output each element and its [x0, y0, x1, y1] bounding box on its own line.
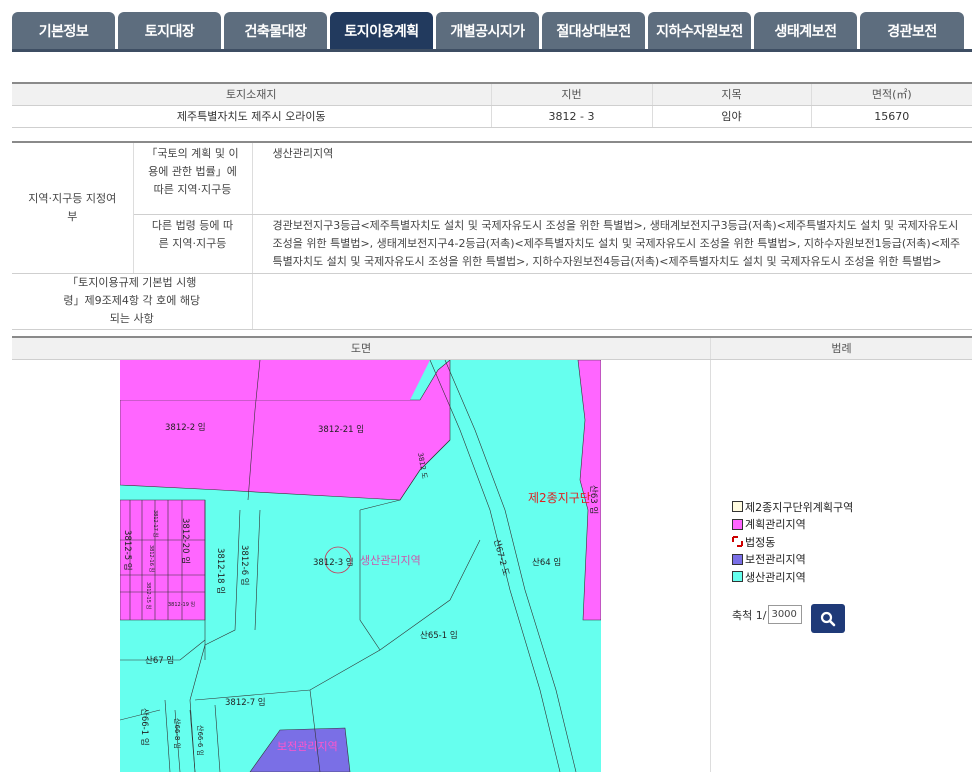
map-label-p13: 산66-8 임 — [173, 718, 182, 749]
legend-item: 생산관리지역 — [732, 568, 853, 586]
tab-ecosystem-preservation[interactable]: 생태계보전 — [754, 12, 857, 49]
value-land-category: 임야 — [652, 105, 812, 128]
search-icon — [820, 611, 836, 626]
map-section-header: 도면 범례 — [12, 336, 972, 360]
tab-groundwater-preservation[interactable]: 지하수자원보전 — [648, 12, 751, 49]
map-label-p1: 3812-2 임 — [165, 422, 206, 433]
tab-basic-info[interactable]: 기본정보 — [12, 12, 115, 49]
map-header: 도면 — [12, 338, 711, 359]
value-location: 제주특별자치도 제주시 오라이동 — [12, 105, 492, 128]
scale-control: 축척 1/ — [732, 605, 803, 624]
regulation-label: 「토지이용규제 기본법 시행령」제9조제4항 각 호에 해당되는 사항 — [12, 273, 253, 330]
zoning-main-header: 지역·지구등 지정여부 — [12, 142, 134, 274]
tab-land-register[interactable]: 토지대장 — [118, 12, 221, 49]
map-label-p5: 3812-18 임 — [215, 548, 226, 594]
header-location: 토지소재지 — [12, 82, 492, 106]
map-label-p9: 산67 임 — [145, 655, 174, 666]
tab-landscape-preservation[interactable]: 경관보전 — [860, 12, 964, 49]
legend-item: 법정동 — [732, 533, 853, 551]
legend-swatch — [732, 553, 743, 565]
map-label-small2: 3812-16 임 — [148, 545, 155, 572]
legend-label: 법정동 — [745, 535, 776, 549]
map-label-zone-red: 제2종지구단 — [528, 491, 591, 505]
map-label-p2: 3812-21 임 — [318, 424, 364, 435]
scale-input[interactable] — [768, 605, 803, 624]
tab-building-register[interactable]: 건축물대장 — [224, 12, 327, 49]
legend-header: 범례 — [831, 342, 852, 355]
legend-item: 제2종지구단위계획구역 — [732, 498, 853, 516]
legend-item: 계획관리지역 — [732, 516, 853, 534]
national-law-label: 「국토의 계획 및 이용에 관한 법률」에 따른 지역·지구등 — [133, 142, 253, 215]
legend-label: 보전관리지역 — [745, 553, 806, 567]
legend-label: 제2종지구단위계획구역 — [745, 500, 854, 514]
map-label-p10: 산65-1 임 — [420, 630, 458, 641]
map-label-p4: 3812-20 임 — [180, 518, 191, 564]
legend-swatch — [732, 518, 743, 530]
land-info-table: 토지소재지 지번 지목 면적(㎡) 제주특별자치도 제주시 오라이동 3812 … — [12, 82, 972, 128]
tab-land-use-plan[interactable]: 토지이용계획 — [330, 12, 433, 49]
map-label-p8: 3812-7 임 — [225, 697, 266, 708]
map-panel: 3812-2 임 3812-21 임 3812-3 임 생산관리지역 3812-… — [12, 360, 711, 772]
cadastral-map-svg: 3812-2 임 3812-21 임 3812-3 임 생산관리지역 3812-… — [120, 360, 601, 772]
value-area: 15670 — [811, 105, 972, 128]
map-label-p7: 3812-5 임 — [122, 530, 133, 571]
other-law-label: 다른 법령 등에 따른 지역·지구등 — [133, 214, 253, 274]
map-label-p6: 3812-6 임 — [239, 545, 250, 586]
header-lot-number: 지번 — [491, 82, 653, 106]
other-law-value: 경관보전지구3등급<제주특별자치도 설치 및 국제자유도시 조성을 위한 특별법… — [252, 214, 972, 274]
legend-label: 생산관리지역 — [745, 570, 806, 584]
map-label-zone-blue: 보전관리지역 — [277, 740, 338, 753]
legend-swatch — [732, 571, 743, 583]
map-label-small3: 3812-15 임 — [145, 582, 152, 609]
boundary-corner-icon — [732, 536, 743, 548]
map-label-p11: 산64 임 — [532, 557, 561, 568]
legend-item: 보전관리지역 — [732, 551, 853, 569]
header-area: 면적(㎡) — [811, 82, 972, 106]
cadastral-map[interactable]: 3812-2 임 3812-21 임 3812-3 임 생산관리지역 3812-… — [120, 360, 601, 772]
map-label-small4: 3812-19 임 — [168, 601, 195, 608]
scale-label: 축척 1/ — [732, 608, 767, 622]
national-law-value: 생산관리지역 — [252, 142, 972, 215]
map-label-p14: 산66-6 임 — [196, 725, 205, 756]
tab-bar: 기본정보 토지대장 건축물대장 토지이용계획 개별공시지가 절대상대보전 지하수… — [12, 12, 972, 52]
map-label-p12: 산66-1 임 — [139, 708, 150, 746]
tab-absolute-relative-preservation[interactable]: 절대상대보전 — [542, 12, 645, 49]
legend-label: 계획관리지역 — [745, 518, 806, 532]
tab-land-price[interactable]: 개별공시지가 — [436, 12, 539, 49]
header-land-category: 지목 — [652, 82, 812, 106]
scale-search-button[interactable] — [811, 604, 845, 633]
map-label-p3: 3812-3 임 — [313, 557, 354, 568]
map-legend: 제2종지구단위계획구역 계획관리지역 법정동 보전관리지역 생산관리지역 — [732, 498, 853, 586]
map-label-small1: 3812-17 임 — [152, 510, 159, 537]
zoning-table: 지역·지구등 지정여부 「국토의 계획 및 이용에 관한 법률」에 따른 지역·… — [12, 141, 972, 330]
legend-swatch — [732, 501, 743, 513]
map-label-p3-zone: 생산관리지역 — [360, 554, 421, 567]
planning-area-top2 — [120, 360, 430, 400]
regulation-value — [252, 273, 972, 330]
value-lot-number: 3812 - 3 — [491, 105, 653, 128]
